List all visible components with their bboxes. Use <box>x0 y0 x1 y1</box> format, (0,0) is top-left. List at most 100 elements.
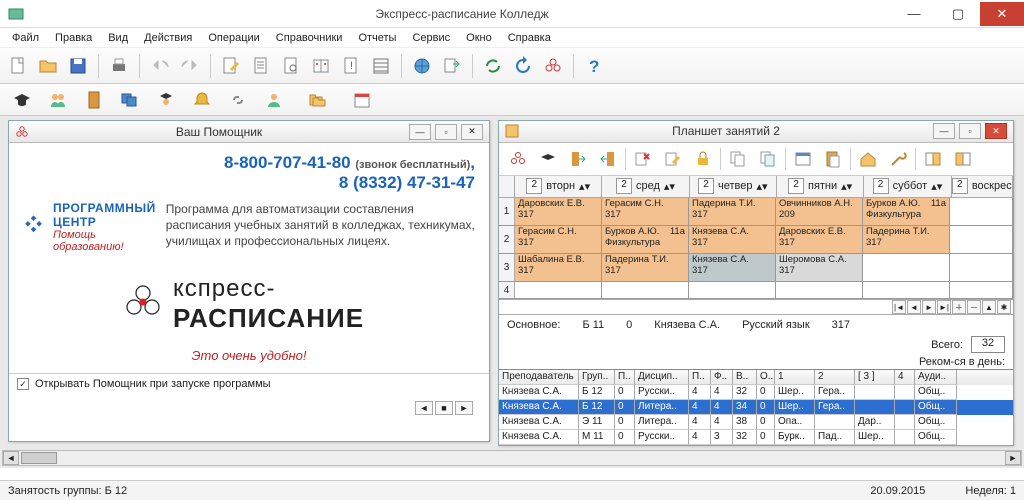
planshet-maximize-button[interactable]: ▫ <box>959 123 981 139</box>
users-icon[interactable] <box>44 86 72 114</box>
export-icon[interactable] <box>438 52 466 80</box>
menu-operations[interactable]: Операции <box>202 30 265 46</box>
scroll-thumb[interactable] <box>21 452 57 464</box>
folders-icon[interactable] <box>304 86 332 114</box>
edit-doc-icon[interactable] <box>217 52 245 80</box>
doc-alert-icon[interactable]: ! <box>337 52 365 80</box>
tool-book-right-icon[interactable] <box>950 146 976 172</box>
group-icon[interactable] <box>260 86 288 114</box>
tool-lock-icon[interactable] <box>690 146 716 172</box>
window-close-button[interactable]: ✕ <box>980 2 1024 26</box>
menu-reports[interactable]: Отчеты <box>352 30 402 46</box>
redo-icon[interactable] <box>176 52 204 80</box>
menu-edit[interactable]: Правка <box>49 30 98 46</box>
tool-edit-icon[interactable] <box>660 146 686 172</box>
scroll-right-icon[interactable]: ► <box>1005 451 1021 465</box>
day-wed[interactable]: 2сред▴▾ <box>602 176 689 197</box>
helper-titlebar[interactable]: Ваш Помощник — ▫ ✕ <box>9 121 489 143</box>
nav-mark[interactable]: ✱ <box>997 300 1011 314</box>
tool-del-icon[interactable] <box>630 146 656 172</box>
schedule-slot[interactable]: Шабалина Е.В.317 <box>515 254 602 281</box>
nav-first[interactable]: |◄ <box>892 300 906 314</box>
abacus-icon[interactable] <box>367 52 395 80</box>
doc-search-icon[interactable] <box>277 52 305 80</box>
schedule-slot[interactable]: Шеромова С.А.317 <box>776 254 863 281</box>
tool-door-in-icon[interactable] <box>565 146 591 172</box>
tool-home-icon[interactable] <box>855 146 881 172</box>
nav-minus[interactable]: － <box>967 300 981 314</box>
grad-cap-icon[interactable] <box>8 86 36 114</box>
book-icon[interactable] <box>307 52 335 80</box>
tool-door-out-icon[interactable] <box>595 146 621 172</box>
schedule-slot[interactable]: Падерина Т.И.317 <box>863 226 950 253</box>
tool-calendar-icon[interactable] <box>790 146 816 172</box>
open-folder-icon[interactable] <box>34 52 62 80</box>
help-icon[interactable]: ? <box>580 52 608 80</box>
planshet-close-button[interactable]: ✕ <box>985 123 1007 139</box>
planshet-minimize-button[interactable]: — <box>933 123 955 139</box>
nav-add[interactable]: ＋ <box>952 300 966 314</box>
menu-service[interactable]: Сервис <box>406 30 456 46</box>
link-icon[interactable] <box>224 86 252 114</box>
windows-icon[interactable] <box>116 86 144 114</box>
window-minimize-button[interactable]: — <box>892 2 936 26</box>
schedule-slot[interactable]: Падерина Т.И.317 <box>689 198 776 225</box>
nav-last[interactable]: ►| <box>937 300 951 314</box>
menu-actions[interactable]: Действия <box>138 30 198 46</box>
day-sun[interactable]: 2воскрес <box>952 176 1013 197</box>
workarea-scrollbar[interactable]: ◄ ► <box>2 450 1022 466</box>
nav-next[interactable]: ► <box>922 300 936 314</box>
menu-help[interactable]: Справка <box>502 30 557 46</box>
day-sat[interactable]: 2суббот▴▾ <box>864 176 951 197</box>
table-row[interactable]: Князева С.А.Б 120Русски..44320Шер..Гера.… <box>499 385 1013 400</box>
schedule-slot[interactable]: Овчинников А.Н.209 <box>776 198 863 225</box>
student-icon[interactable] <box>152 86 180 114</box>
schedule-slot[interactable]: Даровских Е.В.317 <box>515 198 602 225</box>
scroll-left-icon[interactable]: ◄ <box>3 451 19 465</box>
calendar-icon[interactable] <box>348 86 376 114</box>
menu-file[interactable]: Файл <box>6 30 45 46</box>
doc-list-icon[interactable] <box>247 52 275 80</box>
globe-icon[interactable] <box>408 52 436 80</box>
schedule-slot[interactable]: Падерина Т.И.317 <box>602 254 689 281</box>
schedule-slot[interactable] <box>863 254 950 281</box>
helper-minimize-button[interactable]: — <box>409 124 431 140</box>
nav-up[interactable]: ▲ <box>982 300 996 314</box>
table-row[interactable]: Князева С.А.М 110Русски..43320Бурк..Пад.… <box>499 430 1013 445</box>
table-row[interactable]: Князева С.А.Б 120Литера..44340Шер..Гера.… <box>499 400 1013 415</box>
open-on-start-checkbox[interactable]: ✓ <box>17 378 29 390</box>
tool-cap-icon[interactable] <box>535 146 561 172</box>
table-row[interactable]: Князева С.А.Э 110Литера..44380Опа..Дар..… <box>499 415 1013 430</box>
tool-tools-icon[interactable] <box>885 146 911 172</box>
schedule-slot[interactable]: Князева С.А.317 <box>689 254 776 281</box>
tool-book-left-icon[interactable] <box>920 146 946 172</box>
schedule-slot[interactable]: Герасим С.Н.317 <box>515 226 602 253</box>
planshet-titlebar[interactable]: Планшет занятий 2 — ▫ ✕ <box>499 121 1013 143</box>
tool-paste-icon[interactable] <box>820 146 846 172</box>
tool-copy2-icon[interactable] <box>755 146 781 172</box>
day-thu[interactable]: 2четвер▴▾ <box>690 176 777 197</box>
menu-refs[interactable]: Справочники <box>270 30 349 46</box>
menu-view[interactable]: Вид <box>102 30 134 46</box>
save-icon[interactable] <box>64 52 92 80</box>
door-icon[interactable] <box>80 86 108 114</box>
schedule-slot[interactable]: Герасим С.Н.317 <box>602 198 689 225</box>
day-fri[interactable]: 2пятни▴▾ <box>777 176 864 197</box>
nav-prev[interactable]: ◄ <box>907 300 921 314</box>
day-tue[interactable]: 2вторн▴▾ <box>515 176 602 197</box>
flower-icon[interactable] <box>539 52 567 80</box>
schedule-slot[interactable]: Бурков А.Ю.11аФизкультура <box>602 226 689 253</box>
refresh-icon[interactable] <box>509 52 537 80</box>
undo-icon[interactable] <box>146 52 174 80</box>
print-icon[interactable] <box>105 52 133 80</box>
helper-maximize-button[interactable]: ▫ <box>435 124 457 140</box>
schedule-slot[interactable]: Бурков А.Ю.11аФизкультура <box>863 198 950 225</box>
new-file-icon[interactable] <box>4 52 32 80</box>
sync-icon[interactable] <box>479 52 507 80</box>
tool-flower-icon[interactable] <box>505 146 531 172</box>
schedule-slot[interactable]: Даровских Е.В.317 <box>776 226 863 253</box>
schedule-slot[interactable]: Князева С.А.317 <box>689 226 776 253</box>
window-maximize-button[interactable]: ▢ <box>936 2 980 26</box>
bell-icon[interactable] <box>188 86 216 114</box>
helper-close-button[interactable]: ✕ <box>461 124 483 140</box>
